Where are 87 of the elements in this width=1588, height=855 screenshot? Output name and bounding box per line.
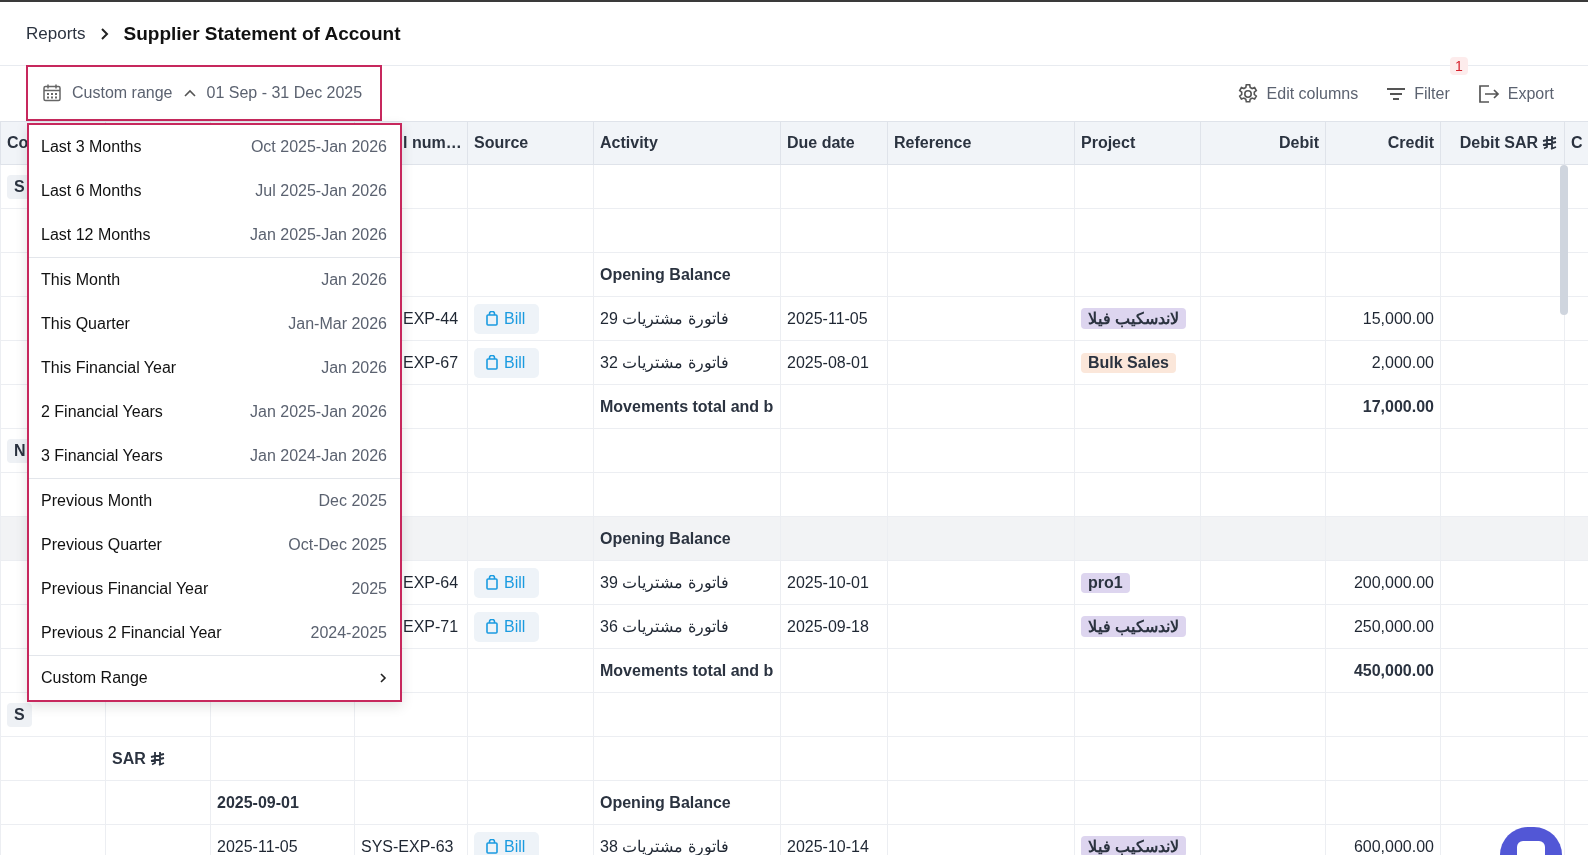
project-tag: لاندسكيب فيلا xyxy=(1081,308,1187,329)
date-range-hint: 2024-2025 xyxy=(310,624,387,642)
column-header[interactable]: Project xyxy=(1081,134,1136,152)
project-tag: pro1 xyxy=(1081,572,1130,593)
table-cell: 200,000.00 xyxy=(1353,573,1434,591)
column-header[interactable]: Reference xyxy=(894,134,972,152)
chevron-right-icon xyxy=(379,672,387,684)
table-cell: EXP-71 xyxy=(403,617,459,636)
table-cell: 2025-09-01 xyxy=(217,793,299,811)
table-cell: SAR xyxy=(112,749,146,768)
menu-item[interactable]: Previous Quarter Oct-Dec 2025 xyxy=(29,523,400,567)
table-cell: 450,000.00 xyxy=(1353,661,1434,679)
chevron-up-icon xyxy=(182,87,197,98)
column-header[interactable]: Source xyxy=(474,134,529,152)
date-range-hint: Jan 2025-Jan 2026 xyxy=(250,403,387,421)
table-cell: فاتورة مشتريات 29 xyxy=(600,310,729,327)
calendar-icon xyxy=(42,82,62,103)
bag-icon xyxy=(486,355,498,370)
table-cell: فاتورة مشتريات 36 xyxy=(600,618,729,635)
riyal-sign-icon xyxy=(149,750,166,767)
table-cell: 2025-11-05 xyxy=(787,309,868,327)
menu-item[interactable]: Previous 2 Financial Year 2024-2025 xyxy=(29,611,400,655)
count-badge: 1 xyxy=(1449,56,1468,75)
table-cell: Opening Balance xyxy=(600,265,731,283)
column-header[interactable]: Activity xyxy=(600,134,658,152)
date-range-hint: Oct-Dec 2025 xyxy=(288,536,387,554)
date-range-hint: Jan-Mar 2026 xyxy=(288,315,387,333)
filter-icon xyxy=(1386,85,1407,102)
date-range-value: 01 Sep - 31 Dec 2025 xyxy=(206,83,363,102)
table-cell: Movements total and b xyxy=(600,661,774,679)
menu-item[interactable]: This Financial Year Jan 2026 xyxy=(29,346,400,390)
date-range-hint: Jan 2025-Jan 2026 xyxy=(250,226,387,244)
table-cell: EXP-44 xyxy=(403,309,459,328)
menu-item[interactable]: 2 Financial Years Jan 2025-Jan 2026 xyxy=(29,390,400,434)
table-cell: 15,000.00 xyxy=(1362,309,1434,327)
table-cell: 2,000.00 xyxy=(1371,353,1434,371)
date-range-hint: Dec 2025 xyxy=(318,492,387,510)
table-cell: EXP-67 xyxy=(403,353,459,372)
bag-icon xyxy=(486,311,498,326)
table-cell: 2025-08-01 xyxy=(787,353,869,371)
export-icon xyxy=(1477,83,1500,104)
date-range-hint: Jul 2025-Jan 2026 xyxy=(255,182,387,200)
breadcrumb-link[interactable]: Reports xyxy=(26,23,86,44)
project-tag: لاندسكيب فيلا xyxy=(1081,616,1187,637)
project-tag: لاندسكيب فيلا xyxy=(1081,836,1187,855)
table-cell: Opening Balance xyxy=(600,529,731,547)
scrollbar[interactable] xyxy=(1560,165,1568,315)
menu-item[interactable]: Previous Financial Year 2025 xyxy=(29,567,400,611)
date-range-hint: Jan 2026 xyxy=(321,271,387,289)
group-chip: S xyxy=(7,702,32,727)
table-cell: 600,000.00 xyxy=(1353,837,1434,855)
date-range-hint: Oct 2025-Jan 2026 xyxy=(250,138,387,156)
date-range-hint: Jan 2024-Jan 2026 xyxy=(250,447,387,465)
menu-item[interactable]: This Quarter Jan-Mar 2026 xyxy=(29,302,400,346)
bag-icon xyxy=(486,619,498,634)
bag-icon xyxy=(486,575,498,590)
menu-item[interactable]: Previous Month Dec 2025 xyxy=(29,479,400,523)
menu-item[interactable]: Last 3 Months Oct 2025-Jan 2026 xyxy=(29,125,400,169)
edit-columns-button[interactable]: Edit columns xyxy=(1236,78,1359,109)
export-button[interactable]: Export xyxy=(1477,79,1554,108)
menu-item[interactable]: Custom Range xyxy=(29,656,400,700)
page-title: Supplier Statement of Account xyxy=(123,22,401,45)
table-cell: فاتورة مشتريات 32 xyxy=(600,354,729,371)
settings-icon xyxy=(1236,82,1259,105)
project-tag: Bulk Sales xyxy=(1081,352,1176,373)
table-cell: 2025-11-05 xyxy=(217,837,298,855)
table-cell: 250,000.00 xyxy=(1353,617,1434,635)
menu-item[interactable]: This Month Jan 2026 xyxy=(29,258,400,302)
bag-icon xyxy=(486,839,498,854)
table-cell: SYS-EXP-63 xyxy=(361,837,454,855)
chevron-right-icon xyxy=(99,26,110,41)
column-header[interactable]: Debit xyxy=(1279,134,1319,152)
date-range-hint: 2025 xyxy=(351,580,387,598)
table-cell: Movements total and b xyxy=(600,397,774,415)
table-cell: فاتورة مشتريات 39 xyxy=(600,574,729,591)
date-range-hint: Jan 2026 xyxy=(321,359,387,377)
table-cell: EXP-64 xyxy=(403,573,459,592)
table-cell: Opening Balance xyxy=(600,793,731,811)
menu-item[interactable]: Last 12 Months Jan 2025-Jan 2026 xyxy=(29,213,400,257)
date-range-button[interactable]: Custom range 01 Sep - 31 Dec 2025 xyxy=(26,64,383,121)
column-header[interactable]: Credit xyxy=(1387,134,1434,152)
table-cell: 2025-10-01 xyxy=(787,573,869,591)
column-header[interactable]: Co xyxy=(7,134,29,152)
menu-item[interactable]: Last 6 Months Jul 2025-Jan 2026 xyxy=(29,169,400,213)
table-cell: 2025-10-14 xyxy=(787,837,869,855)
table-cell: 2025-09-18 xyxy=(787,617,869,635)
table-cell: 17,000.00 xyxy=(1362,397,1434,415)
